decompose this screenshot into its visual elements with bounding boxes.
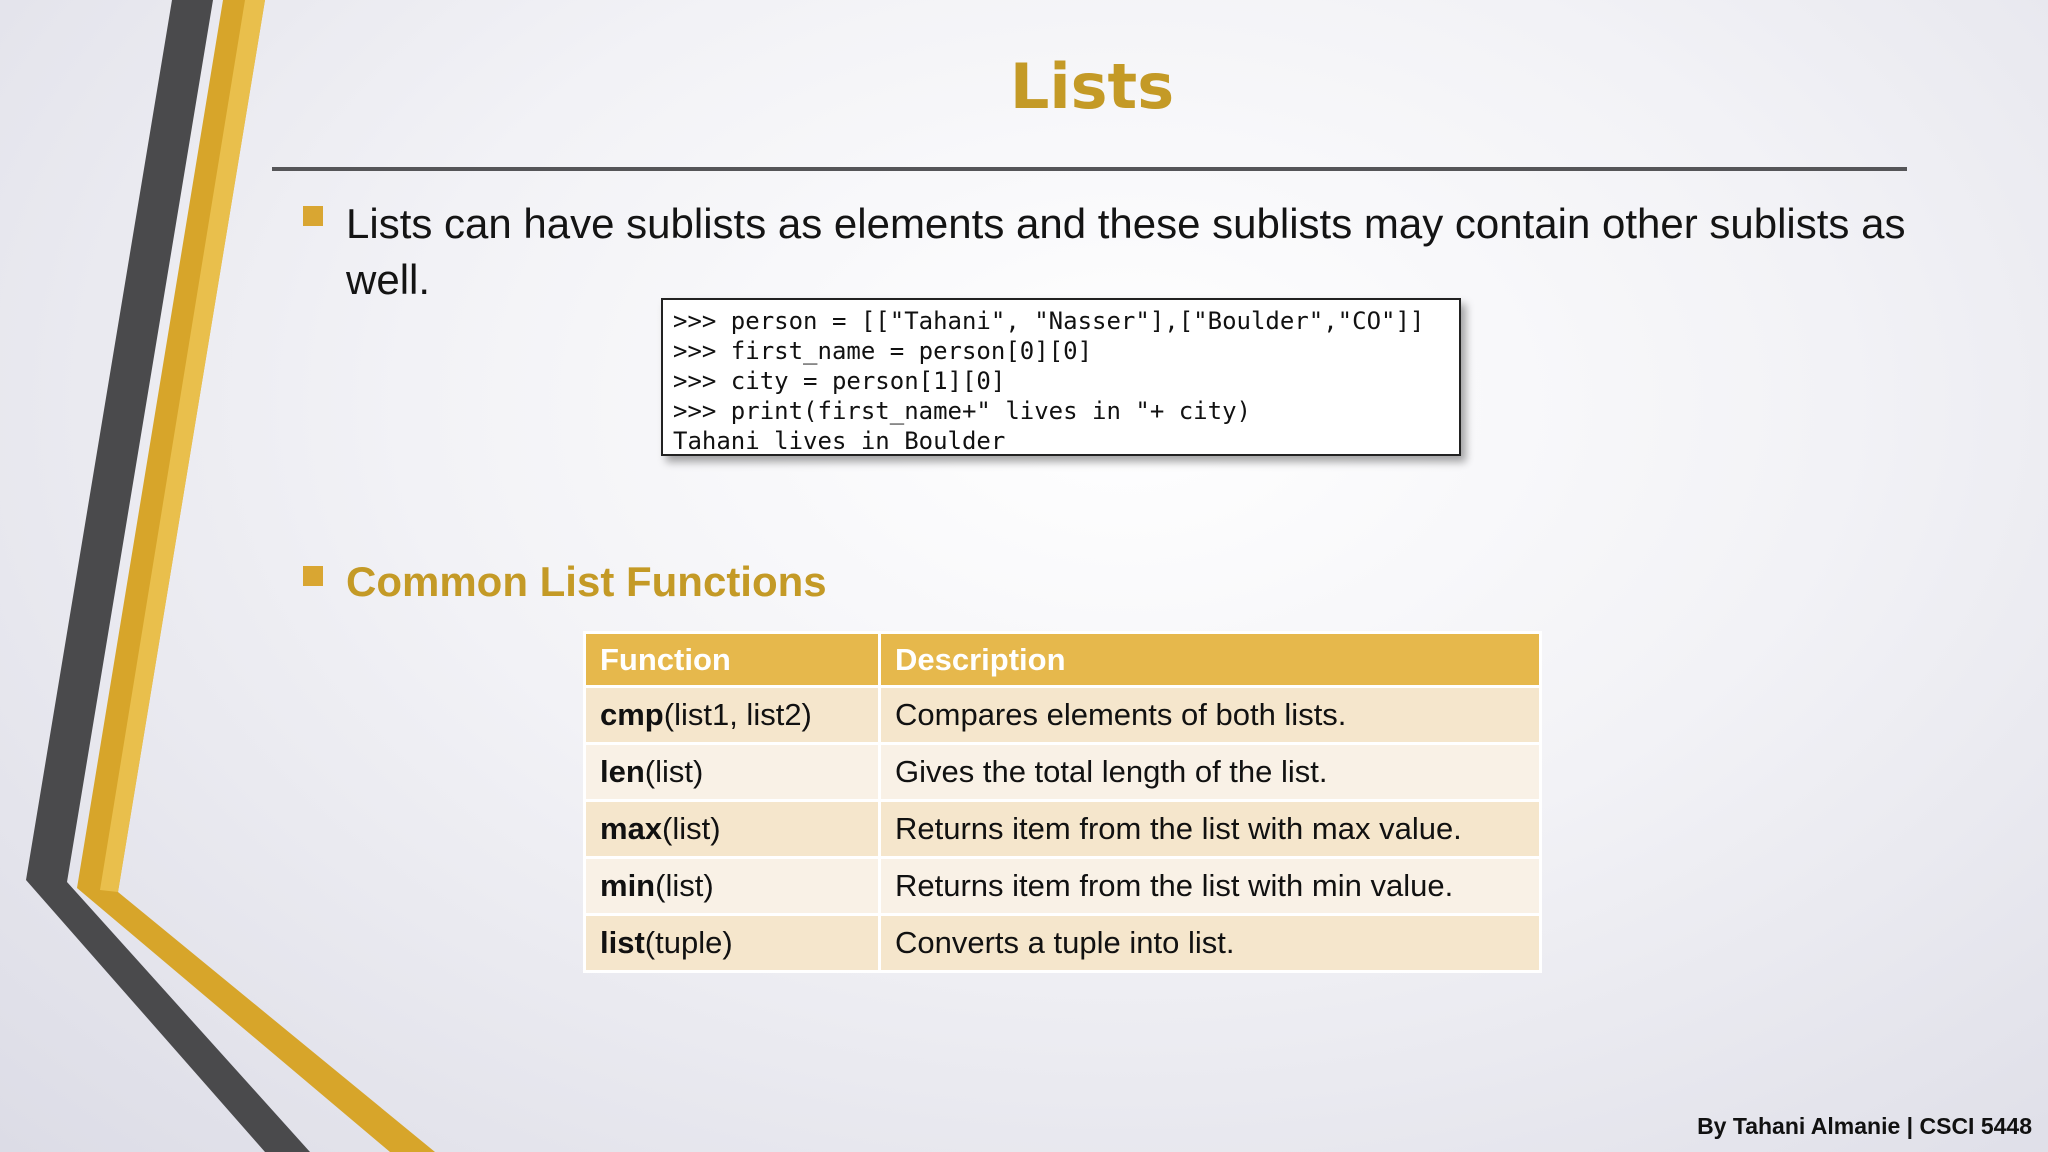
function-args: (list1, list2) <box>663 697 812 732</box>
code-line: >>> first_name = person[0][0] <box>673 337 1093 365</box>
footer-credit: By Tahani Almanie | CSCI 5448 <box>1697 1113 2032 1139</box>
function-cell: max(list) <box>583 799 881 859</box>
function-args: (list) <box>655 868 714 903</box>
table-row: len(list) Gives the total length of the … <box>583 742 1542 802</box>
code-snippet: >>> person = [["Tahani", "Nasser"],["Bou… <box>661 298 1461 456</box>
code-output-line: Tahani lives in Boulder <box>673 427 1006 455</box>
function-cell: len(list) <box>583 742 881 802</box>
list-functions-table: Function Description cmp(list1, list2) C… <box>583 631 1542 973</box>
table-row: max(list) Returns item from the list wit… <box>583 799 1542 859</box>
function-name: max <box>600 811 663 846</box>
table-header-row: Function Description <box>583 631 1542 688</box>
function-cell: list(tuple) <box>583 913 881 973</box>
description-cell: Converts a tuple into list. <box>878 913 1542 973</box>
slide-title: Lists <box>1009 50 1175 123</box>
column-header-description: Description <box>878 631 1542 688</box>
code-line: >>> print(first_name+" lives in "+ city) <box>673 397 1251 425</box>
function-cell: cmp(list1, list2) <box>583 685 881 745</box>
table-row: cmp(list1, list2) Compares elements of b… <box>583 685 1542 745</box>
function-args: (list) <box>644 754 704 789</box>
code-line: >>> city = person[1][0] <box>673 367 1006 395</box>
table-row: min(list) Returns item from the list wit… <box>583 856 1542 916</box>
table-row: list(tuple) Converts a tuple into list. <box>583 913 1542 973</box>
description-cell: Compares elements of both lists. <box>878 685 1542 745</box>
bullet-square <box>303 206 323 226</box>
title-divider <box>272 167 1907 171</box>
intro-text: Lists can have sublists as elements and … <box>346 200 1906 303</box>
column-header-function: Function <box>583 631 881 688</box>
function-name: list <box>600 925 645 960</box>
function-name: len <box>600 754 645 789</box>
section-heading: Common List Functions <box>346 558 827 605</box>
function-name: cmp <box>600 697 664 732</box>
description-cell: Returns item from the list with min valu… <box>878 856 1542 916</box>
description-cell: Returns item from the list with max valu… <box>878 799 1542 859</box>
bullet-square <box>303 566 323 586</box>
description-cell: Gives the total length of the list. <box>878 742 1542 802</box>
function-args: (tuple) <box>644 925 733 960</box>
code-line: >>> person = [["Tahani", "Nasser"],["Bou… <box>673 307 1425 335</box>
function-name: min <box>600 868 656 903</box>
function-cell: min(list) <box>583 856 881 916</box>
function-args: (list) <box>662 811 721 846</box>
